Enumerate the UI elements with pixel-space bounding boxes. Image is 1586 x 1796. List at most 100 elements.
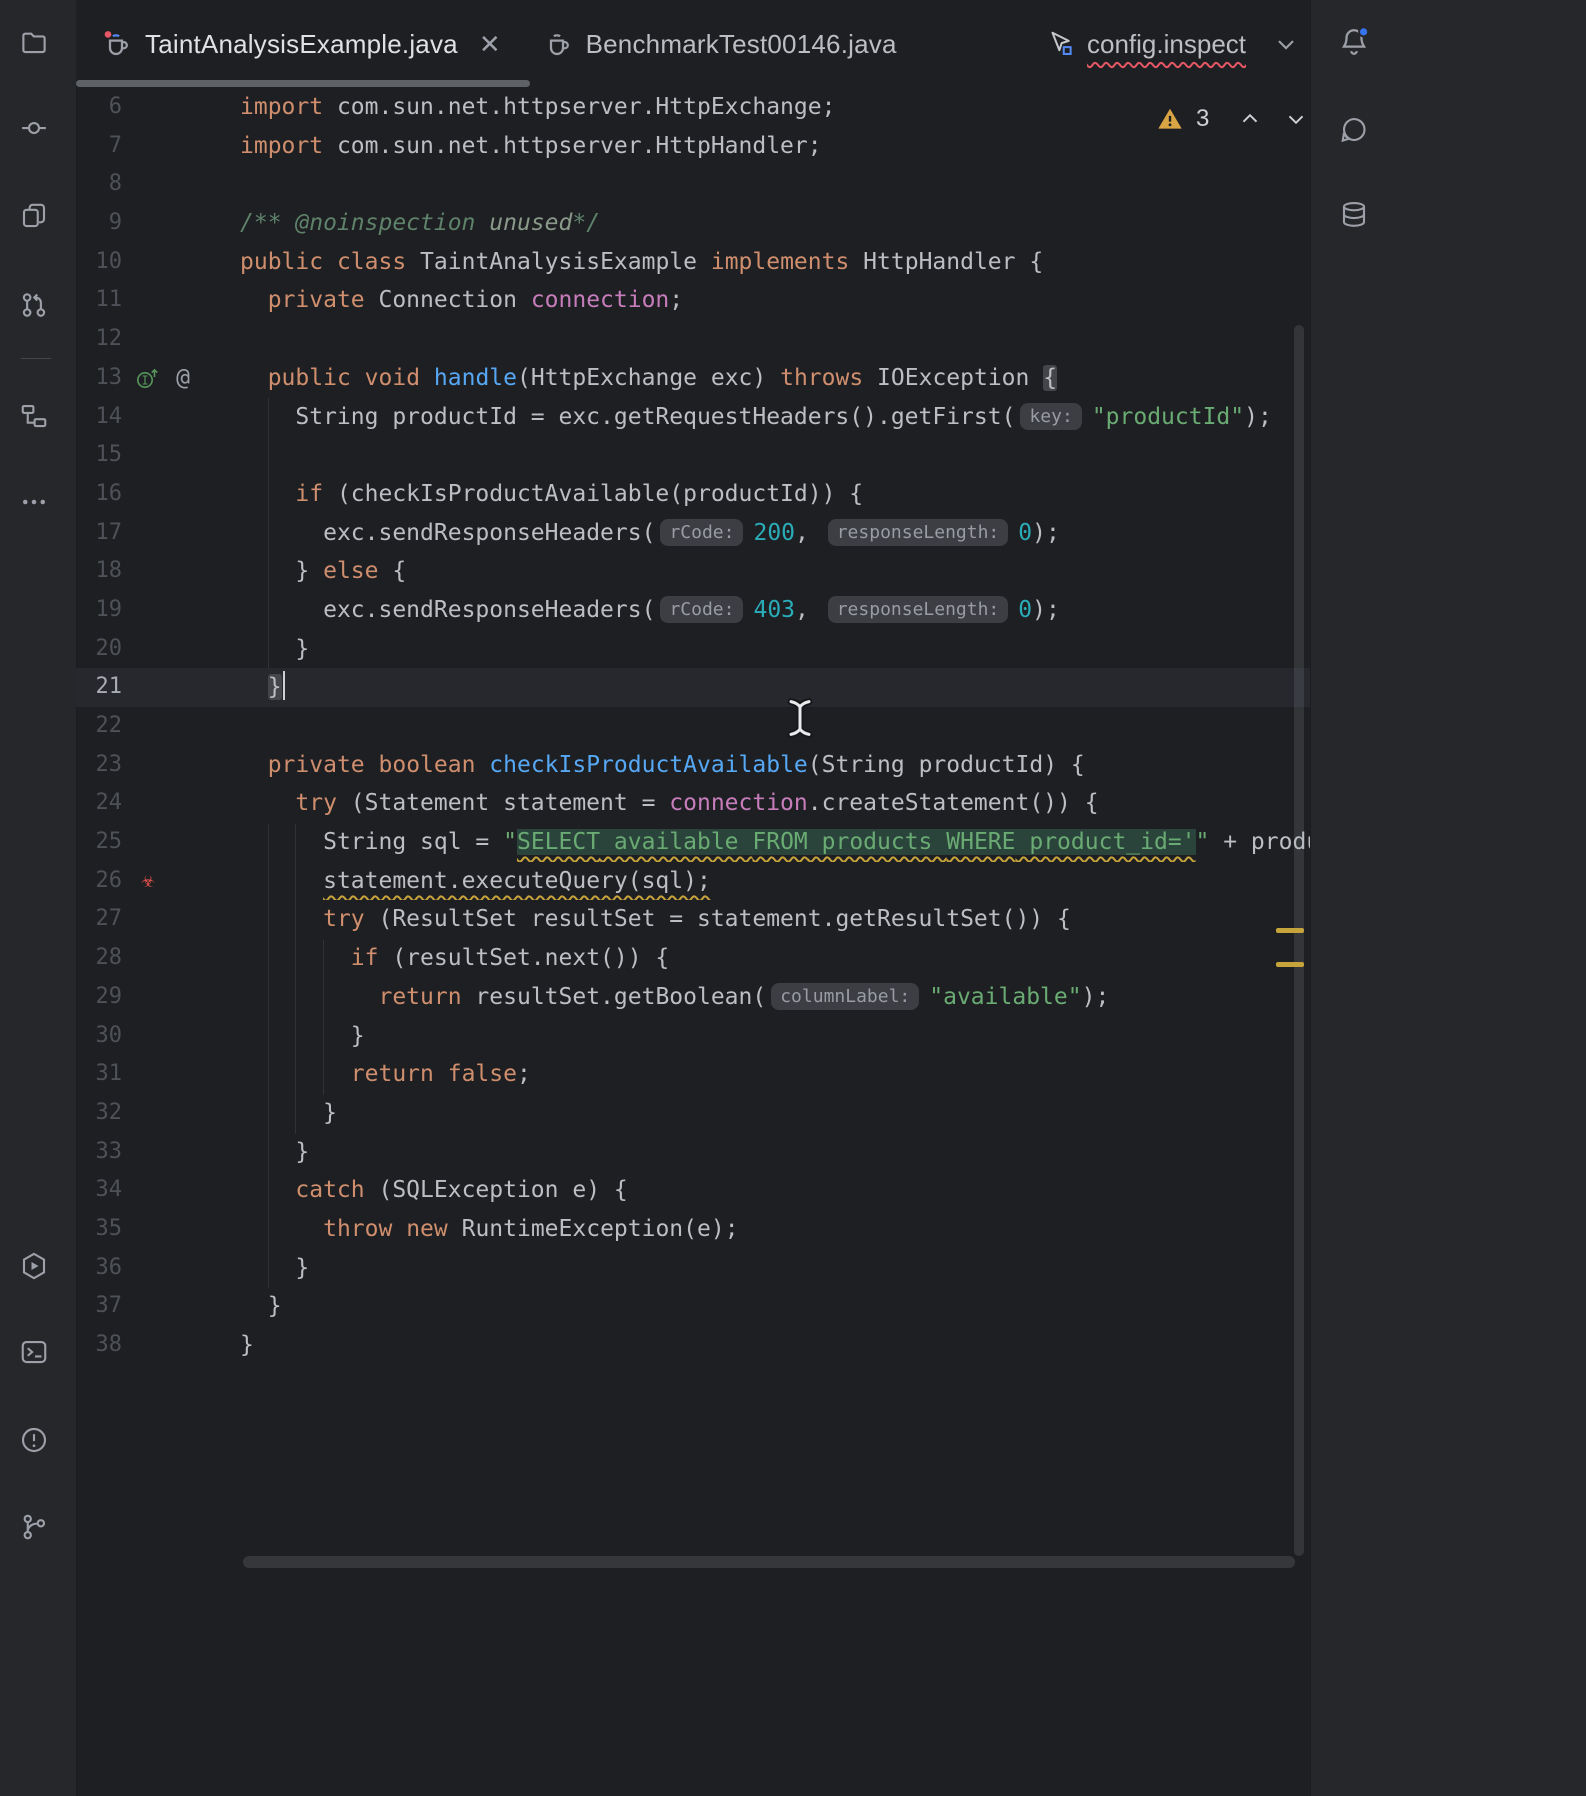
- gutter[interactable]: 30: [76, 1017, 240, 1056]
- gutter[interactable]: 14: [76, 398, 240, 437]
- gutter[interactable]: 10: [76, 243, 240, 282]
- code-text[interactable]: }: [240, 1094, 1310, 1133]
- gutter[interactable]: 25: [76, 823, 240, 862]
- code-line-28[interactable]: 28 if (resultSet.next()) {: [76, 939, 1310, 978]
- annotation-at-icon[interactable]: @: [170, 365, 196, 391]
- line-number[interactable]: 10: [76, 243, 123, 282]
- code-text[interactable]: throw new RuntimeException(e);: [240, 1210, 1310, 1249]
- code-line-21[interactable]: 21 }: [76, 668, 1310, 707]
- line-number[interactable]: 8: [76, 165, 122, 204]
- code-line-36[interactable]: 36 }: [76, 1249, 1310, 1288]
- tab-taint-analysis-example[interactable]: TaintAnalysisExample.java ✕: [76, 0, 517, 88]
- code-line-14[interactable]: 14 String productId = exc.getRequestHead…: [76, 398, 1310, 437]
- code-line-9[interactable]: 9 /** @noinspection unused*/: [76, 204, 1310, 243]
- code-line-10[interactable]: 10 public class TaintAnalysisExample impl…: [76, 243, 1310, 282]
- code-text[interactable]: [240, 165, 1310, 204]
- line-number[interactable]: 28: [76, 939, 123, 978]
- gutter[interactable]: 38: [76, 1326, 240, 1365]
- code-line-26[interactable]: 26 ☣ statement.executeQuery(sql);: [76, 862, 1310, 901]
- line-number[interactable]: 30: [76, 1017, 123, 1056]
- line-number[interactable]: 25: [76, 823, 123, 862]
- line-number[interactable]: 22: [76, 707, 123, 746]
- project-folder-icon[interactable]: [17, 25, 51, 59]
- code-line-38[interactable]: 38}: [76, 1326, 1310, 1365]
- gutter[interactable]: 27: [76, 900, 240, 939]
- code-text[interactable]: import com.sun.net.httpserver.HttpHandle…: [240, 127, 1310, 166]
- run-services-icon[interactable]: [17, 1249, 51, 1283]
- close-icon[interactable]: ✕: [479, 31, 501, 57]
- git-branch-icon[interactable]: [17, 1510, 51, 1544]
- more-tools-icon[interactable]: [17, 485, 51, 519]
- problems-icon[interactable]: [17, 1423, 51, 1457]
- gutter[interactable]: 36: [76, 1249, 240, 1288]
- gutter[interactable]: 29: [76, 978, 240, 1017]
- code-line-17[interactable]: 17 exc.sendResponseHeaders(rCode: 200, re…: [76, 514, 1310, 553]
- line-number[interactable]: 37: [76, 1287, 123, 1326]
- code-text[interactable]: }: [240, 668, 1310, 707]
- code-line-27[interactable]: 27 try (ResultSet resultSet = statement.…: [76, 900, 1310, 939]
- code-line-32[interactable]: 32 }: [76, 1094, 1310, 1133]
- overflow-tab-title[interactable]: config.inspect: [1087, 29, 1246, 60]
- line-number[interactable]: 6: [76, 88, 122, 127]
- horizontal-scrollbar-thumb[interactable]: [243, 1556, 1295, 1568]
- code-line-23[interactable]: 23 private boolean checkIsProductAvailab…: [76, 746, 1310, 785]
- database-icon[interactable]: [1337, 198, 1371, 232]
- code-text[interactable]: }: [240, 1249, 1310, 1288]
- implements-method-icon[interactable]: I: [135, 365, 161, 391]
- code-line-13[interactable]: 13 I @ public void handle(HttpExchange exc…: [76, 359, 1310, 398]
- line-number[interactable]: 17: [76, 514, 123, 553]
- gutter[interactable]: 24: [76, 784, 240, 823]
- gutter[interactable]: 22: [76, 707, 240, 746]
- line-number[interactable]: 7: [76, 127, 122, 166]
- line-number[interactable]: 16: [76, 475, 123, 514]
- code-text[interactable]: if (resultSet.next()) {: [240, 939, 1310, 978]
- vertical-scrollbar-thumb[interactable]: [1294, 325, 1304, 1556]
- gutter[interactable]: 28: [76, 939, 240, 978]
- line-number[interactable]: 36: [76, 1249, 123, 1288]
- code-text[interactable]: }: [240, 1326, 1310, 1365]
- code-line-34[interactable]: 34 catch (SQLException e) {: [76, 1171, 1310, 1210]
- code-line-31[interactable]: 31 return false;: [76, 1055, 1310, 1094]
- code-text[interactable]: }: [240, 1287, 1310, 1326]
- code-text[interactable]: private Connection connection;: [240, 281, 1310, 320]
- code-text[interactable]: [240, 707, 1310, 746]
- line-number[interactable]: 18: [76, 552, 123, 591]
- line-number[interactable]: 12: [76, 320, 123, 359]
- line-number[interactable]: 24: [76, 784, 123, 823]
- gutter[interactable]: 16: [76, 475, 240, 514]
- line-number[interactable]: 32: [76, 1094, 123, 1133]
- line-number[interactable]: 14: [76, 398, 123, 437]
- code-line-16[interactable]: 16 if (checkIsProductAvailable(productId…: [76, 475, 1310, 514]
- code-line-24[interactable]: 24 try (Statement statement = connection…: [76, 784, 1310, 823]
- taint-source-icon[interactable]: ☣: [135, 868, 161, 894]
- gutter[interactable]: 7: [76, 127, 240, 166]
- code-line-22[interactable]: 22: [76, 707, 1310, 746]
- structure-icon[interactable]: [17, 399, 51, 433]
- code-text[interactable]: if (checkIsProductAvailable(productId)) …: [240, 475, 1310, 514]
- code-text[interactable]: statement.executeQuery(sql);: [240, 862, 1310, 901]
- gutter[interactable]: 15: [76, 436, 240, 475]
- code-text[interactable]: catch (SQLException e) {: [240, 1171, 1310, 1210]
- line-number[interactable]: 21: [76, 668, 123, 707]
- line-number[interactable]: 33: [76, 1133, 123, 1172]
- gutter[interactable]: 11: [76, 281, 240, 320]
- line-number[interactable]: 35: [76, 1210, 123, 1249]
- code-line-6[interactable]: 6 import com.sun.net.httpserver.HttpExcha…: [76, 88, 1310, 127]
- code-text[interactable]: return false;: [240, 1055, 1310, 1094]
- code-line-33[interactable]: 33 }: [76, 1133, 1310, 1172]
- gutter[interactable]: 34: [76, 1171, 240, 1210]
- gutter[interactable]: 6: [76, 88, 240, 127]
- code-text[interactable]: exc.sendResponseHeaders(rCode: 403, respo…: [240, 591, 1310, 630]
- code-line-25[interactable]: 25 String sql = "SELECT available FROM p…: [76, 823, 1310, 862]
- code-line-7[interactable]: 7 import com.sun.net.httpserver.HttpHandl…: [76, 127, 1310, 166]
- code-line-37[interactable]: 37 }: [76, 1287, 1310, 1326]
- gutter[interactable]: 13 I @: [76, 359, 240, 398]
- line-number[interactable]: 38: [76, 1326, 123, 1365]
- code-line-35[interactable]: 35 throw new RuntimeException(e);: [76, 1210, 1310, 1249]
- gutter[interactable]: 19: [76, 591, 240, 630]
- code-text[interactable]: return resultSet.getBoolean(columnLabel:…: [240, 978, 1310, 1017]
- line-number[interactable]: 9: [76, 204, 122, 243]
- line-number[interactable]: 15: [76, 436, 123, 475]
- pull-requests-icon[interactable]: [17, 288, 51, 322]
- code-line-20[interactable]: 20 }: [76, 630, 1310, 669]
